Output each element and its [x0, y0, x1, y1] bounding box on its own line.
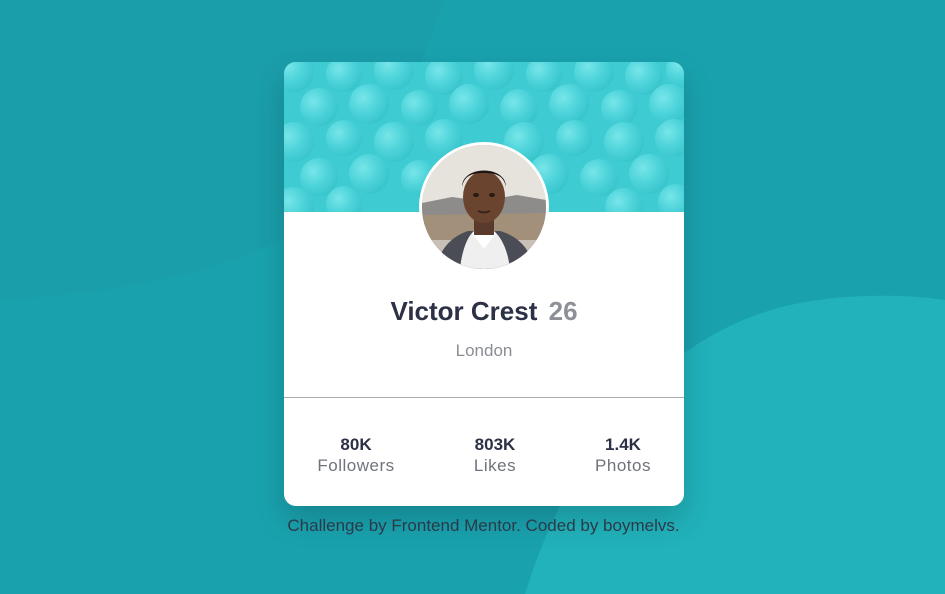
stat-photos: 1.4K Photos: [563, 435, 683, 477]
stat-label: Likes: [473, 456, 517, 475]
avatar: [419, 142, 549, 272]
profile-heading: Victor Crest 26: [284, 295, 684, 327]
profile-photo-icon: [422, 145, 546, 269]
profile-name: Victor Crest: [390, 296, 538, 326]
attribution-footer: Challenge by Frontend Mentor. Coded by b…: [287, 516, 680, 535]
stat-label: Followers: [317, 456, 395, 475]
stat-value: 80K: [340, 435, 372, 454]
profile-card: Victor Crest 26 London 80K Followers 803…: [284, 62, 684, 506]
card-divider: [284, 397, 684, 398]
profile-age: 26: [548, 296, 578, 326]
stat-value: 803K: [474, 435, 516, 454]
stat-followers: 80K Followers: [296, 435, 416, 477]
stat-label: Photos: [595, 456, 651, 475]
profile-location: London: [455, 341, 513, 360]
stat-likes: 803K Likes: [435, 435, 555, 477]
stat-value: 1.4K: [605, 435, 641, 454]
